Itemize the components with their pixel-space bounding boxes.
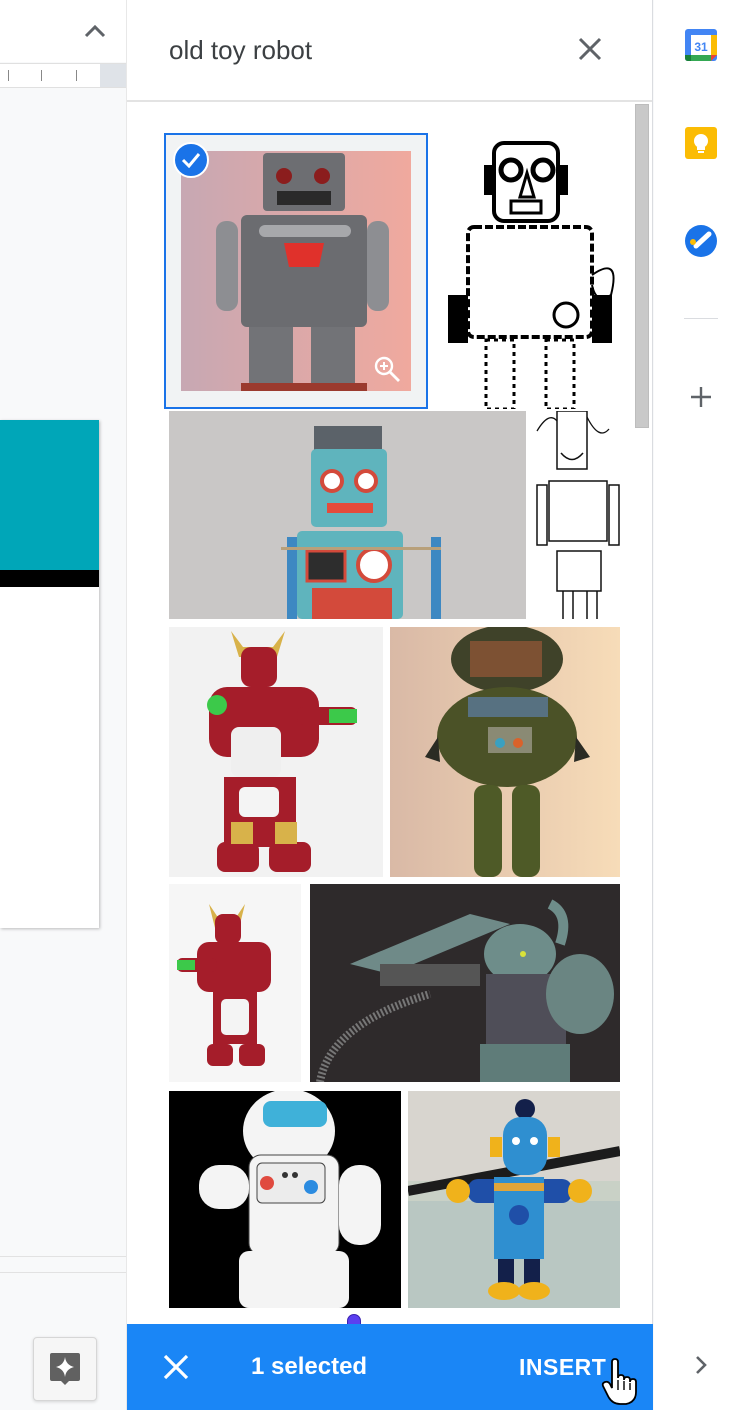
- robot-teal-image: [169, 411, 526, 619]
- preview-zoom-button[interactable]: [372, 354, 402, 384]
- side-app-tasks[interactable]: [684, 224, 718, 258]
- selected-check-badge[interactable]: [173, 142, 209, 178]
- insert-button[interactable]: INSERT: [511, 1346, 614, 1388]
- close-icon: [163, 1354, 189, 1380]
- ruler-tick: [8, 70, 9, 81]
- side-panel: 31: [654, 0, 746, 1410]
- image-result-robot-astronaut-drawing[interactable]: [169, 1091, 401, 1308]
- close-search-button[interactable]: [573, 32, 607, 66]
- robot-line-drawing-image: [436, 135, 626, 409]
- keep-icon: [685, 127, 717, 159]
- doc-toolbar: [0, 0, 126, 62]
- divider: [0, 1272, 126, 1273]
- robot-green-image: [390, 627, 620, 877]
- clear-selection-button[interactable]: [157, 1348, 195, 1386]
- slide-thumbnail[interactable]: [0, 420, 99, 928]
- search-input[interactable]: [169, 30, 529, 70]
- image-search-panel: 1 selected INSERT: [126, 0, 653, 1410]
- expand-side-panel-button[interactable]: [688, 1352, 714, 1378]
- plus-icon: [691, 387, 711, 407]
- selection-action-bar: 1 selected INSERT: [127, 1324, 653, 1410]
- get-addons-button[interactable]: [686, 382, 716, 412]
- image-result-robot-sketch[interactable]: [529, 411, 626, 619]
- close-icon: [578, 37, 602, 61]
- chevron-up-icon: [84, 24, 106, 38]
- checkmark-icon: [181, 153, 201, 168]
- ruler[interactable]: [0, 63, 126, 88]
- side-divider: [684, 318, 718, 319]
- selected-count: 1 selected: [251, 1353, 368, 1380]
- image-result-robot-line-drawing-1[interactable]: [436, 135, 626, 409]
- ruler-margin: [100, 64, 126, 87]
- zoom-in-icon: [374, 356, 400, 382]
- side-app-keep[interactable]: [684, 126, 718, 160]
- ruler-tick: [41, 70, 42, 81]
- ruler-tick: [76, 70, 77, 81]
- search-header: [127, 0, 652, 102]
- image-result-robot-red-action-2[interactable]: [169, 884, 301, 1082]
- image-result-robot-wooden-blue[interactable]: [408, 1091, 620, 1308]
- slide-banner: [0, 420, 99, 570]
- results-scrollbar-thumb[interactable]: [635, 104, 649, 428]
- robot-red-action-image: [169, 627, 383, 877]
- image-result-robot-green-classic[interactable]: [390, 627, 620, 877]
- calendar-icon: 31: [685, 29, 717, 61]
- tasks-icon: [685, 225, 717, 257]
- svg-text:31: 31: [694, 40, 708, 54]
- chevron-right-icon: [696, 1356, 707, 1374]
- robot-astronaut-image: [169, 1091, 401, 1308]
- image-results-grid: [127, 104, 652, 1324]
- document-area: [0, 0, 126, 1410]
- divider: [0, 1256, 126, 1257]
- robot-sketch-image: [529, 411, 626, 619]
- slide-stripe: [0, 570, 99, 587]
- collapse-menus-button[interactable]: [80, 16, 110, 46]
- image-result-robot-red-action-1[interactable]: [169, 627, 383, 877]
- image-result-robot-gundam-model[interactable]: [310, 884, 620, 1082]
- explore-assistant-button[interactable]: [33, 1337, 97, 1401]
- robot-wooden-image: [408, 1091, 620, 1308]
- side-app-calendar[interactable]: 31: [684, 28, 718, 62]
- sparkle-icon: [50, 1353, 80, 1385]
- app-window: 1 selected INSERT 31: [0, 0, 746, 1410]
- image-result-robot-teal-tin[interactable]: [169, 411, 526, 619]
- robot-gundam-image: [310, 884, 620, 1082]
- robot-red-action-2-image: [169, 884, 301, 1082]
